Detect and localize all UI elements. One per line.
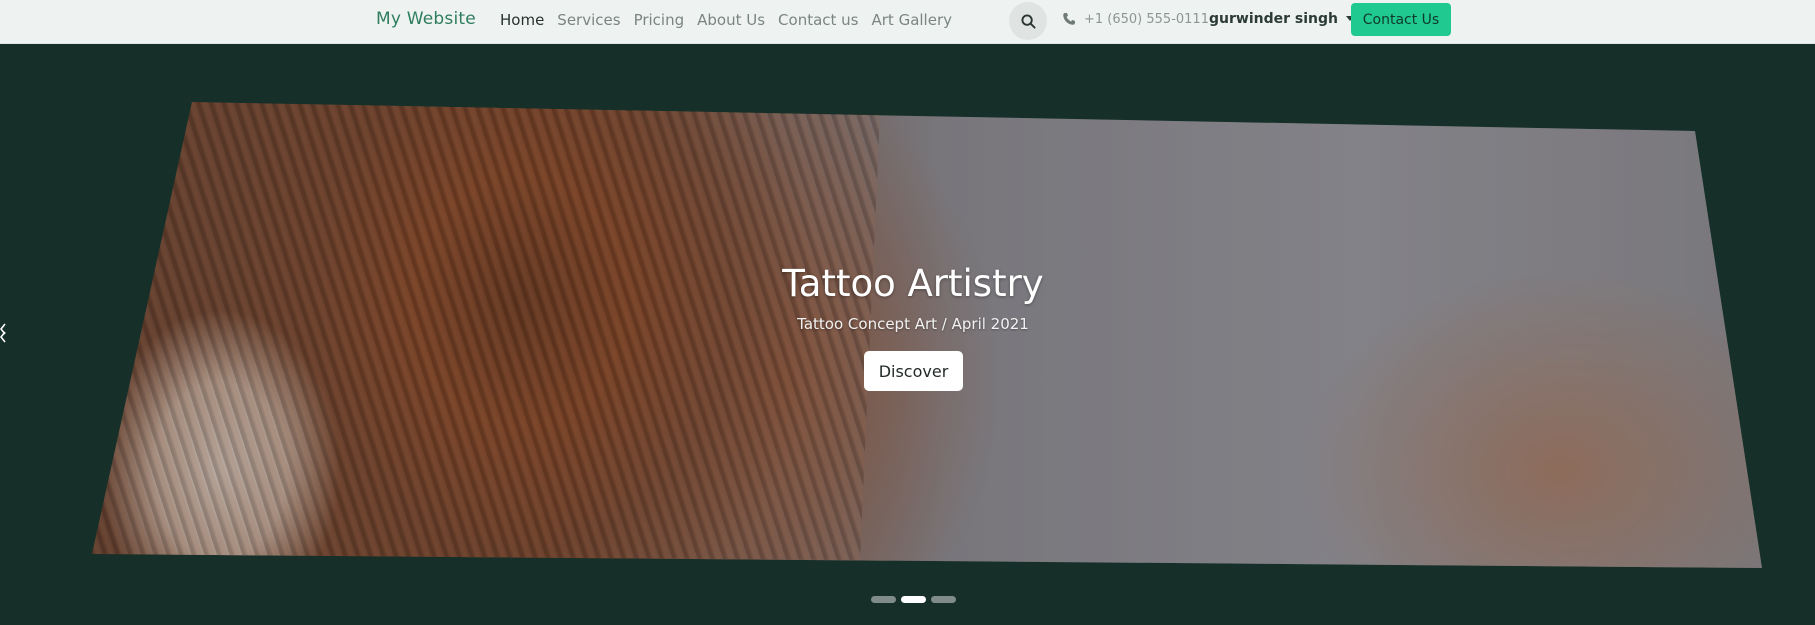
carousel-indicator-3[interactable] <box>931 596 956 603</box>
hero-title: Tattoo Artistry <box>782 262 1044 305</box>
phone-number-link[interactable]: +1 (650) 555-0111 <box>1084 12 1209 27</box>
carousel-prev-arrow-icon[interactable] <box>0 320 6 346</box>
carousel-indicators <box>871 596 956 603</box>
carousel-indicator-1[interactable] <box>871 596 896 603</box>
hero-subtitle: Tattoo Concept Art / April 2021 <box>797 315 1029 333</box>
user-name: gurwinder singh <box>1209 11 1338 27</box>
nav-link-contact-us[interactable]: Contact us <box>778 11 858 29</box>
discover-button[interactable]: Discover <box>864 351 963 391</box>
search-icon <box>1020 13 1036 29</box>
main-nav: Home Services Pricing About Us Contact u… <box>500 11 965 29</box>
nav-link-pricing[interactable]: Pricing <box>634 11 685 29</box>
carousel-indicator-2[interactable] <box>901 596 926 603</box>
brand-logo-link[interactable]: My Website <box>376 9 476 29</box>
nav-link-services[interactable]: Services <box>557 11 620 29</box>
top-navbar: My Website Home Services Pricing About U… <box>0 0 1815 44</box>
search-button[interactable] <box>1009 2 1047 40</box>
nav-link-home[interactable]: Home <box>500 11 544 29</box>
nav-link-about-us[interactable]: About Us <box>697 11 765 29</box>
contact-us-button[interactable]: Contact Us <box>1351 3 1451 36</box>
user-menu-dropdown[interactable]: gurwinder singh <box>1209 11 1354 27</box>
hero-image-overlay <box>92 102 1762 568</box>
phone-icon <box>1063 13 1075 25</box>
nav-link-art-gallery[interactable]: Art Gallery <box>872 11 953 29</box>
